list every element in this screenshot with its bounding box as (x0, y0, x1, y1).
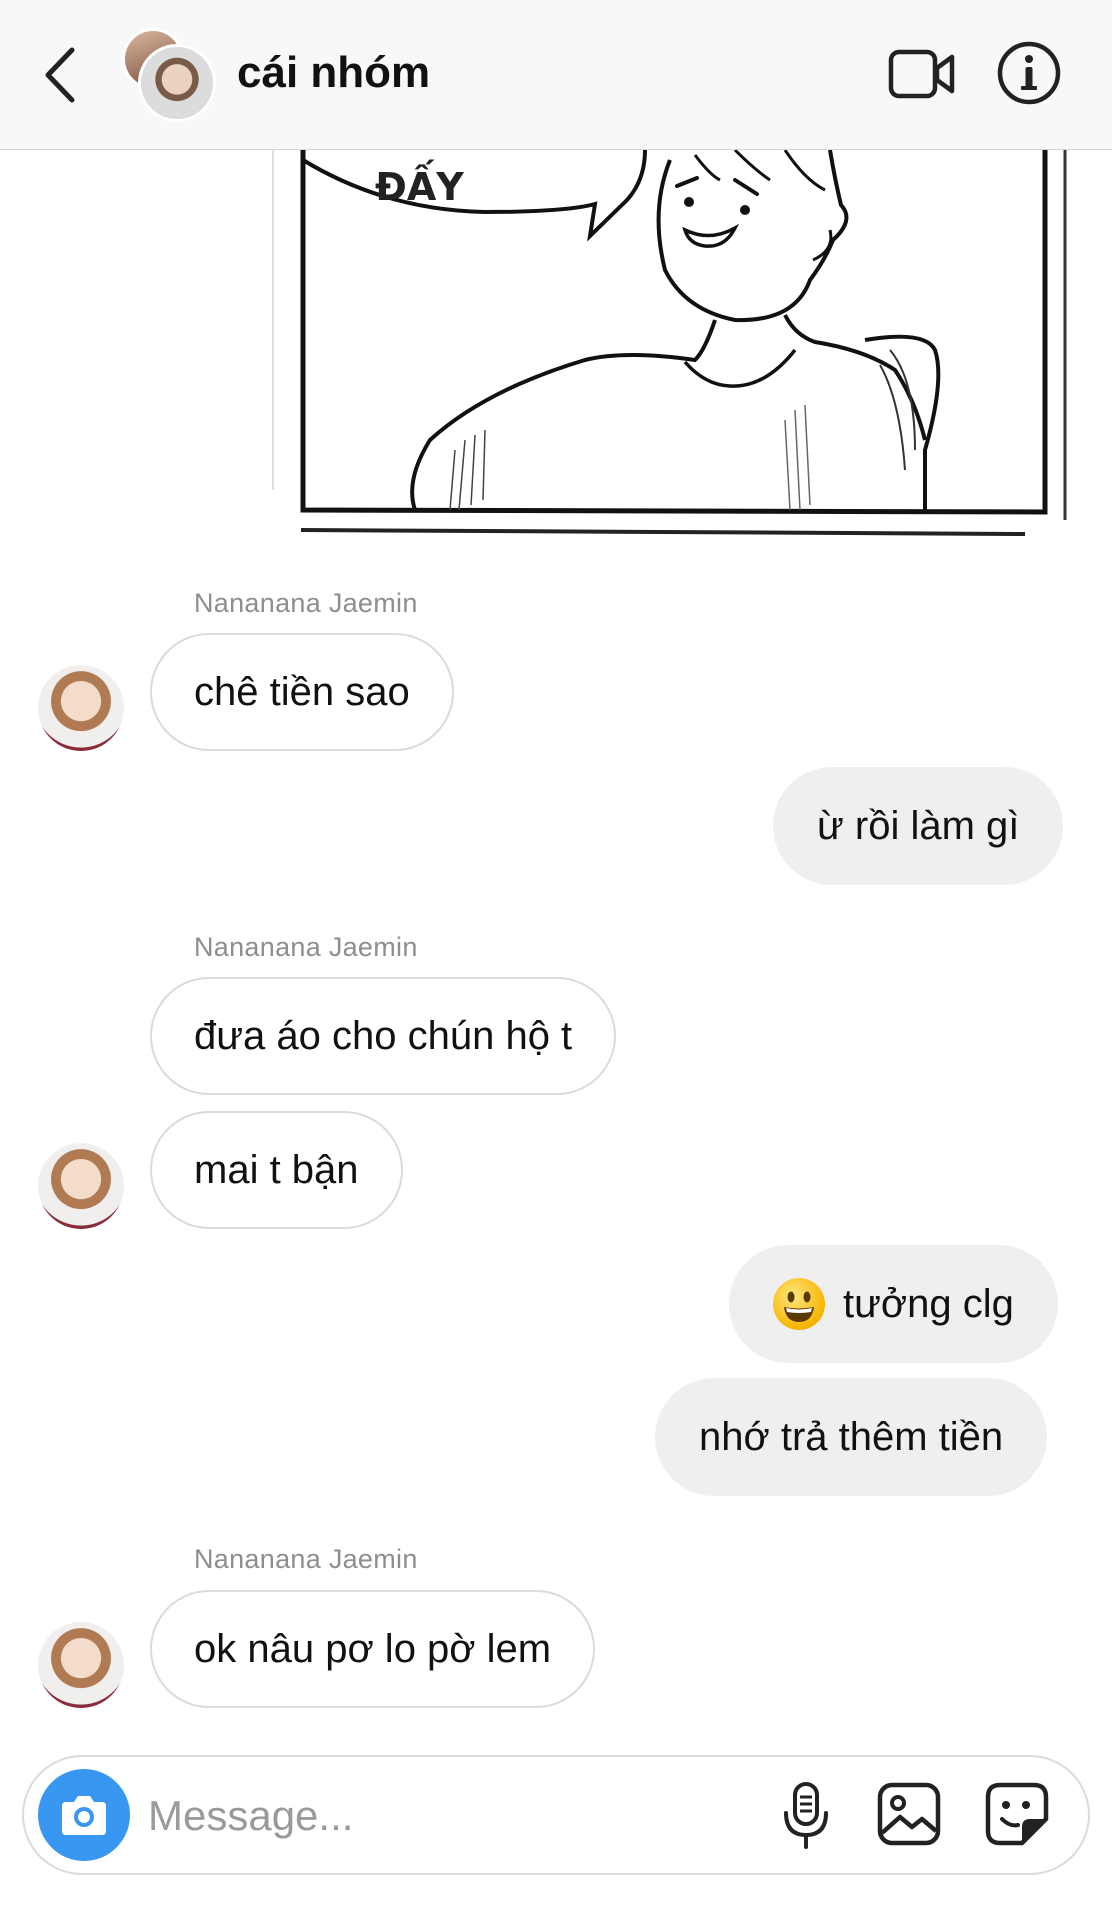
microphone-icon[interactable] (778, 1781, 834, 1851)
sender-name: Nananana Jaemin (194, 1544, 418, 1574)
outgoing-message[interactable]: ừ rồi làm gì (773, 767, 1064, 885)
incoming-message[interactable]: chê tiền sao (150, 633, 454, 751)
group-avatar[interactable] (122, 28, 216, 122)
sticker-icon[interactable] (984, 1781, 1050, 1847)
comic-drawing: ĐẤY (272, 150, 1067, 536)
message-text: chê tiền sao (194, 669, 410, 714)
chevron-left-icon[interactable] (36, 40, 86, 110)
shared-comic-image[interactable]: ĐẤY (265, 150, 1075, 540)
message-text: ok nâu pơ lo pờ lem (194, 1626, 552, 1671)
camera-button[interactable] (38, 1769, 130, 1861)
sender-avatar[interactable] (38, 1143, 124, 1229)
incoming-message[interactable]: mai t bận (150, 1111, 403, 1229)
chat-title[interactable]: cái nhóm (237, 48, 430, 98)
sender-avatar[interactable] (38, 1622, 124, 1708)
sender-name: Nananana Jaemin (194, 588, 418, 618)
comic-speech-text: ĐẤY (375, 160, 464, 209)
sender-name: Nananana Jaemin (194, 932, 418, 962)
video-camera-icon[interactable] (888, 46, 956, 102)
message-text: đưa áo cho chún hộ t (194, 1013, 573, 1058)
incoming-message[interactable]: đưa áo cho chún hộ t (150, 977, 617, 1095)
message-text: mai t bận (194, 1147, 359, 1192)
message-input[interactable] (146, 1785, 710, 1847)
message-composer (22, 1755, 1090, 1875)
outgoing-message[interactable]: nhớ trả thêm tiền (655, 1378, 1048, 1496)
group-avatar-member-2 (138, 44, 216, 122)
outgoing-message[interactable]: tưởng clg (729, 1245, 1058, 1363)
message-text: ừ rồi làm gì (817, 803, 1020, 848)
sender-avatar[interactable] (38, 665, 124, 751)
gallery-icon[interactable] (876, 1781, 942, 1847)
grinning-face-emoji (773, 1278, 825, 1330)
message-text: nhớ trả thêm tiền (699, 1414, 1004, 1459)
chat-header: cái nhóm (0, 0, 1112, 150)
info-icon[interactable] (996, 40, 1062, 106)
camera-icon (62, 1796, 106, 1835)
incoming-message[interactable]: ok nâu pơ lo pờ lem (150, 1590, 596, 1708)
message-text: tưởng clg (843, 1281, 1014, 1326)
